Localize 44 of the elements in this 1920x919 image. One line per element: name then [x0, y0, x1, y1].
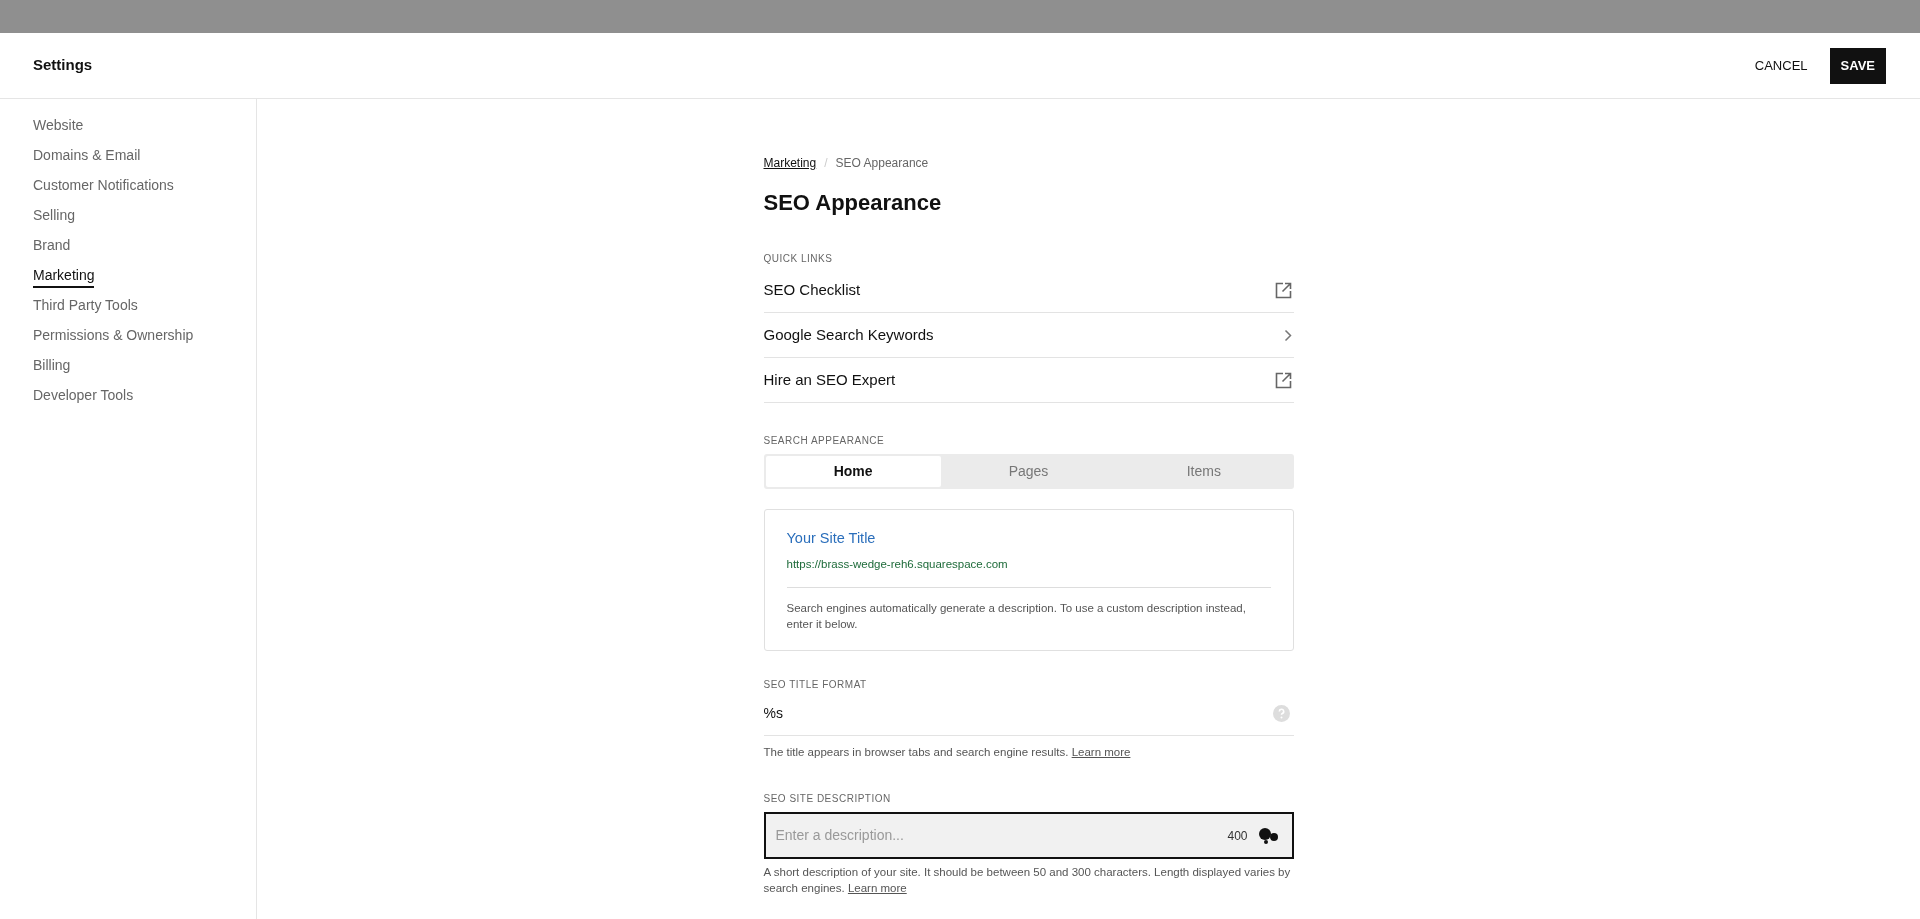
- sidebar-item[interactable]: Selling: [33, 204, 76, 228]
- description-input[interactable]: Enter a description...: [775, 825, 1218, 847]
- sidebar-item[interactable]: Developer Tools: [33, 384, 134, 408]
- quick-link-row[interactable]: SEO Checklist: [763, 268, 1294, 313]
- field-label: SEO SITE DESCRIPTION: [763, 792, 892, 807]
- tab[interactable]: Home: [765, 456, 941, 487]
- quick-link-row[interactable]: Google Search Keywords: [763, 313, 1294, 358]
- character-counter: 400: [1227, 827, 1248, 845]
- field-label: SEO TITLE FORMAT: [763, 678, 868, 692]
- section-label: QUICK LINKS: [763, 252, 834, 266]
- breadcrumb-separator: /: [824, 155, 828, 172]
- chevron-right-icon: [1283, 328, 1292, 342]
- preview-description: Search engines automatically generate a description. To use a custom description instead, enter it below.: [786, 601, 1247, 632]
- title-format-value: %s: [763, 704, 783, 723]
- title-format-help: The title appears in browser tabs and search engine results. Learn more: [763, 745, 1132, 760]
- tab[interactable]: Pages: [940, 456, 1117, 487]
- page-title: SEO Appearance: [763, 189, 943, 217]
- title-format-field[interactable]: %s: [763, 692, 1294, 736]
- tab[interactable]: Items: [1116, 456, 1292, 487]
- section-label: SEARCH APPEARANCE: [763, 434, 886, 448]
- header-title: Settings: [33, 55, 93, 76]
- sidebar-item[interactable]: Domains & Email: [33, 144, 141, 168]
- sidebar-item[interactable]: Marketing: [33, 264, 95, 288]
- dots-icon: [1257, 826, 1280, 845]
- sidebar-item[interactable]: Customer Notifications: [33, 174, 174, 198]
- sidebar-item[interactable]: Brand: [33, 234, 71, 258]
- description-field[interactable]: Enter a description... 400: [763, 812, 1294, 860]
- sidebar-item[interactable]: Website: [33, 114, 84, 138]
- help-icon: [1272, 705, 1290, 722]
- learn-more-link[interactable]: Learn more: [847, 882, 907, 895]
- cancel-button[interactable]: CANCEL: [1750, 45, 1812, 86]
- sidebar-item[interactable]: Billing: [33, 354, 71, 378]
- breadcrumb-link[interactable]: Marketing: [763, 154, 817, 172]
- sidebar-item[interactable]: Permissions & Ownership: [33, 324, 194, 348]
- description-help: A short description of your site. It should be between 50 and 300 characters. Length displayed varies by search engines. Learn more: [763, 865, 1292, 897]
- sidebar-item[interactable]: Third Party Tools: [33, 294, 138, 318]
- external-link-icon: [1274, 371, 1292, 389]
- preview-url: https://brass-wedge-reh6.squarespace.com: [786, 556, 1009, 572]
- save-button[interactable]: SAVE: [1829, 47, 1886, 84]
- preview-title: Your Site Title: [786, 529, 877, 548]
- external-link-icon: [1274, 281, 1292, 299]
- learn-more-link[interactable]: Learn more: [1071, 746, 1131, 758]
- breadcrumb-current: SEO Appearance: [835, 155, 929, 172]
- quick-link-row[interactable]: Hire an SEO Expert: [763, 358, 1294, 403]
